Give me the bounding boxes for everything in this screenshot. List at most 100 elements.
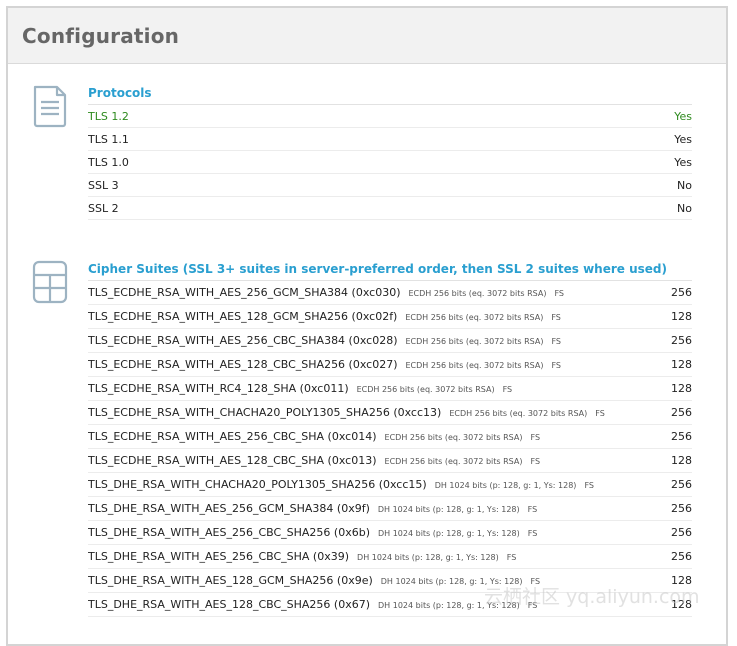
cipher-suite-row: TLS_DHE_RSA_WITH_AES_256_GCM_SHA384 (0x9… — [88, 497, 692, 521]
cipher-suite-row: TLS_DHE_RSA_WITH_AES_256_CBC_SHA (0x39) D… — [88, 545, 692, 569]
protocol-row: SSL 2 No — [88, 197, 692, 220]
cipher-strength: 128 — [671, 358, 692, 371]
forward-secrecy-flag: FS — [554, 289, 564, 298]
forward-secrecy-flag: FS — [551, 361, 562, 370]
protocol-name: TLS 1.1 — [88, 132, 129, 146]
cipher-suite-name: TLS_ECDHE_RSA_WITH_CHACHA20_POLY1305_SHA… — [88, 406, 442, 419]
cipher-suite-row: TLS_ECDHE_RSA_WITH_AES_256_CBC_SHA384 (0… — [88, 329, 692, 353]
key-exchange-detail: ECDH 256 bits (eq. 3072 bits RSA) — [408, 289, 547, 298]
key-exchange-detail: ECDH 256 bits (eq. 3072 bits RSA) — [405, 337, 544, 346]
cipher-suite-row: TLS_DHE_RSA_WITH_AES_128_GCM_SHA256 (0x9… — [88, 569, 692, 593]
cipher-suite-name: TLS_DHE_RSA_WITH_CHACHA20_POLY1305_SHA25… — [88, 478, 427, 491]
protocol-name: SSL 3 — [88, 178, 119, 192]
protocol-name: SSL 2 — [88, 201, 119, 215]
key-exchange-detail: DH 1024 bits (p: 128, g: 1, Ys: 128) — [378, 601, 520, 610]
forward-secrecy-flag: FS — [584, 481, 594, 490]
cipher-suite-row: TLS_DHE_RSA_WITH_AES_128_CBC_SHA256 (0x6… — [88, 593, 692, 617]
cipher-suite-row: TLS_DHE_RSA_WITH_AES_256_CBC_SHA256 (0x6… — [88, 521, 692, 545]
cipher-strength: 256 — [671, 430, 692, 443]
cipher-suite-info: TLS_ECDHE_RSA_WITH_AES_256_GCM_SHA384 (0… — [88, 286, 652, 299]
cipher-suite-info: TLS_DHE_RSA_WITH_AES_256_CBC_SHA (0x39) D… — [88, 550, 652, 563]
protocol-support: Yes — [674, 155, 692, 169]
cipher-suite-info: TLS_ECDHE_RSA_WITH_AES_128_CBC_SHA256 (0… — [88, 358, 652, 371]
cipher-suite-name: TLS_DHE_RSA_WITH_AES_128_GCM_SHA256 (0x9… — [88, 574, 373, 587]
protocol-row: SSL 3 No — [88, 174, 692, 197]
cipher-suites-title: Cipher Suites (SSL 3+ suites in server-p… — [88, 258, 692, 281]
cipher-suite-row: TLS_ECDHE_RSA_WITH_AES_256_CBC_SHA (0xc0… — [88, 425, 692, 449]
cipher-suite-row: TLS_DHE_RSA_WITH_CHACHA20_POLY1305_SHA25… — [88, 473, 692, 497]
key-exchange-detail: ECDH 256 bits (eq. 3072 bits RSA) — [384, 457, 523, 466]
cipher-suite-info: TLS_DHE_RSA_WITH_AES_256_CBC_SHA256 (0x6… — [88, 526, 652, 539]
key-exchange-detail: DH 1024 bits (p: 128, g: 1, Ys: 128) — [357, 553, 499, 562]
cipher-suite-name: TLS_DHE_RSA_WITH_AES_128_CBC_SHA256 (0x6… — [88, 598, 371, 611]
cipher-strength: 128 — [671, 454, 692, 467]
cipher-suite-info: TLS_DHE_RSA_WITH_AES_128_CBC_SHA256 (0x6… — [88, 598, 652, 611]
cipher-suite-info: TLS_ECDHE_RSA_WITH_AES_256_CBC_SHA (0xc0… — [88, 430, 652, 443]
cipher-suite-row: TLS_ECDHE_RSA_WITH_CHACHA20_POLY1305_SHA… — [88, 401, 692, 425]
forward-secrecy-flag: FS — [595, 409, 605, 418]
key-exchange-detail: ECDH 256 bits (eq. 3072 bits RSA) — [449, 409, 588, 418]
forward-secrecy-flag: FS — [530, 577, 541, 586]
protocol-name: TLS 1.2 — [88, 109, 129, 123]
cipher-suite-row: TLS_ECDHE_RSA_WITH_RC4_128_SHA (0xc011) E… — [88, 377, 692, 401]
cipher-strength: 256 — [671, 334, 692, 347]
cipher-suite-info: TLS_DHE_RSA_WITH_AES_256_GCM_SHA384 (0x9… — [88, 502, 652, 515]
cipher-strength: 256 — [671, 526, 692, 539]
cipher-strength: 128 — [671, 574, 692, 587]
protocols-table: Protocols TLS 1.2 Yes TLS 1.1 Yes TLS 1.0 Yes… — [88, 82, 692, 220]
cipher-suite-name: TLS_DHE_RSA_WITH_AES_256_GCM_SHA384 (0x9… — [88, 502, 370, 515]
cipher-strength: 128 — [671, 310, 692, 323]
key-exchange-detail: ECDH 256 bits (eq. 3072 bits RSA) — [384, 433, 523, 442]
protocols-title: Protocols — [88, 82, 692, 105]
cipher-suite-info: TLS_ECDHE_RSA_WITH_CHACHA20_POLY1305_SHA… — [88, 406, 652, 419]
cipher-suite-name: TLS_DHE_RSA_WITH_AES_256_CBC_SHA256 (0x6… — [88, 526, 370, 539]
cipher-suite-name: TLS_DHE_RSA_WITH_AES_256_CBC_SHA (0x39) — [88, 550, 350, 563]
forward-secrecy-flag: FS — [527, 601, 538, 610]
key-exchange-detail: DH 1024 bits (p: 128, g: 1, Ys: 128) — [434, 481, 577, 490]
cipher-suite-row: TLS_ECDHE_RSA_WITH_AES_128_CBC_SHA256 (0… — [88, 353, 692, 377]
key-exchange-detail: DH 1024 bits (p: 128, g: 1, Ys: 128) — [378, 529, 520, 538]
cipher-suite-info: TLS_DHE_RSA_WITH_AES_128_GCM_SHA256 (0x9… — [88, 574, 652, 587]
configuration-panel: Configuration Protocols TLS 1.2 Yes TLS 1.… — [6, 6, 728, 646]
cipher-suite-name: TLS_ECDHE_RSA_WITH_AES_256_GCM_SHA384 (0… — [88, 286, 401, 299]
panel-header: Configuration — [8, 8, 726, 64]
page-title: Configuration — [22, 23, 180, 48]
key-exchange-detail: ECDH 256 bits (eq. 3072 bits RSA) — [405, 361, 544, 370]
cipher-suite-name: TLS_ECDHE_RSA_WITH_AES_128_CBC_SHA (0xc0… — [88, 454, 377, 467]
cipher-strength: 256 — [671, 406, 692, 419]
key-exchange-detail: ECDH 256 bits (eq. 3072 bits RSA) — [356, 385, 495, 394]
protocol-support: No — [677, 201, 692, 215]
forward-secrecy-flag: FS — [551, 337, 562, 346]
cipher-strength: 256 — [671, 550, 692, 563]
cipher-strength: 256 — [671, 502, 692, 515]
document-icon — [32, 84, 68, 128]
forward-secrecy-flag: FS — [506, 553, 517, 562]
cipher-strength: 256 — [671, 478, 692, 491]
cipher-suite-name: TLS_ECDHE_RSA_WITH_AES_256_CBC_SHA384 (0… — [88, 334, 398, 347]
list-icon — [32, 260, 68, 304]
key-exchange-detail: DH 1024 bits (p: 128, g: 1, Ys: 128) — [380, 577, 523, 586]
cipher-suite-info: TLS_ECDHE_RSA_WITH_RC4_128_SHA (0xc011) E… — [88, 382, 652, 395]
key-exchange-detail: DH 1024 bits (p: 128, g: 1, Ys: 128) — [377, 505, 520, 514]
cipher-strength: 128 — [671, 382, 692, 395]
cipher-suites-table: Cipher Suites (SSL 3+ suites in server-p… — [88, 258, 692, 617]
protocol-row: TLS 1.0 Yes — [88, 151, 692, 174]
cipher-strength: 256 — [671, 286, 692, 299]
protocol-support: Yes — [674, 109, 692, 123]
forward-secrecy-flag: FS — [530, 457, 541, 466]
key-exchange-detail: ECDH 256 bits (eq. 3072 bits RSA) — [405, 313, 544, 322]
forward-secrecy-flag: FS — [530, 433, 541, 442]
protocol-row: TLS 1.2 Yes — [88, 105, 692, 128]
protocol-support: Yes — [674, 132, 692, 146]
protocol-name: TLS 1.0 — [88, 155, 129, 169]
cipher-suite-row: TLS_ECDHE_RSA_WITH_AES_128_GCM_SHA256 (0… — [88, 305, 692, 329]
cipher-suite-info: TLS_DHE_RSA_WITH_CHACHA20_POLY1305_SHA25… — [88, 478, 652, 491]
forward-secrecy-flag: FS — [527, 529, 538, 538]
cipher-suite-info: TLS_ECDHE_RSA_WITH_AES_128_CBC_SHA (0xc0… — [88, 454, 652, 467]
cipher-suite-name: TLS_ECDHE_RSA_WITH_AES_256_CBC_SHA (0xc0… — [88, 430, 377, 443]
cipher-suite-row: TLS_ECDHE_RSA_WITH_AES_128_CBC_SHA (0xc0… — [88, 449, 692, 473]
forward-secrecy-flag: FS — [527, 505, 538, 514]
cipher-suite-row: TLS_ECDHE_RSA_WITH_AES_256_GCM_SHA384 (0… — [88, 281, 692, 305]
forward-secrecy-flag: FS — [551, 313, 561, 322]
cipher-strength: 128 — [671, 598, 692, 611]
